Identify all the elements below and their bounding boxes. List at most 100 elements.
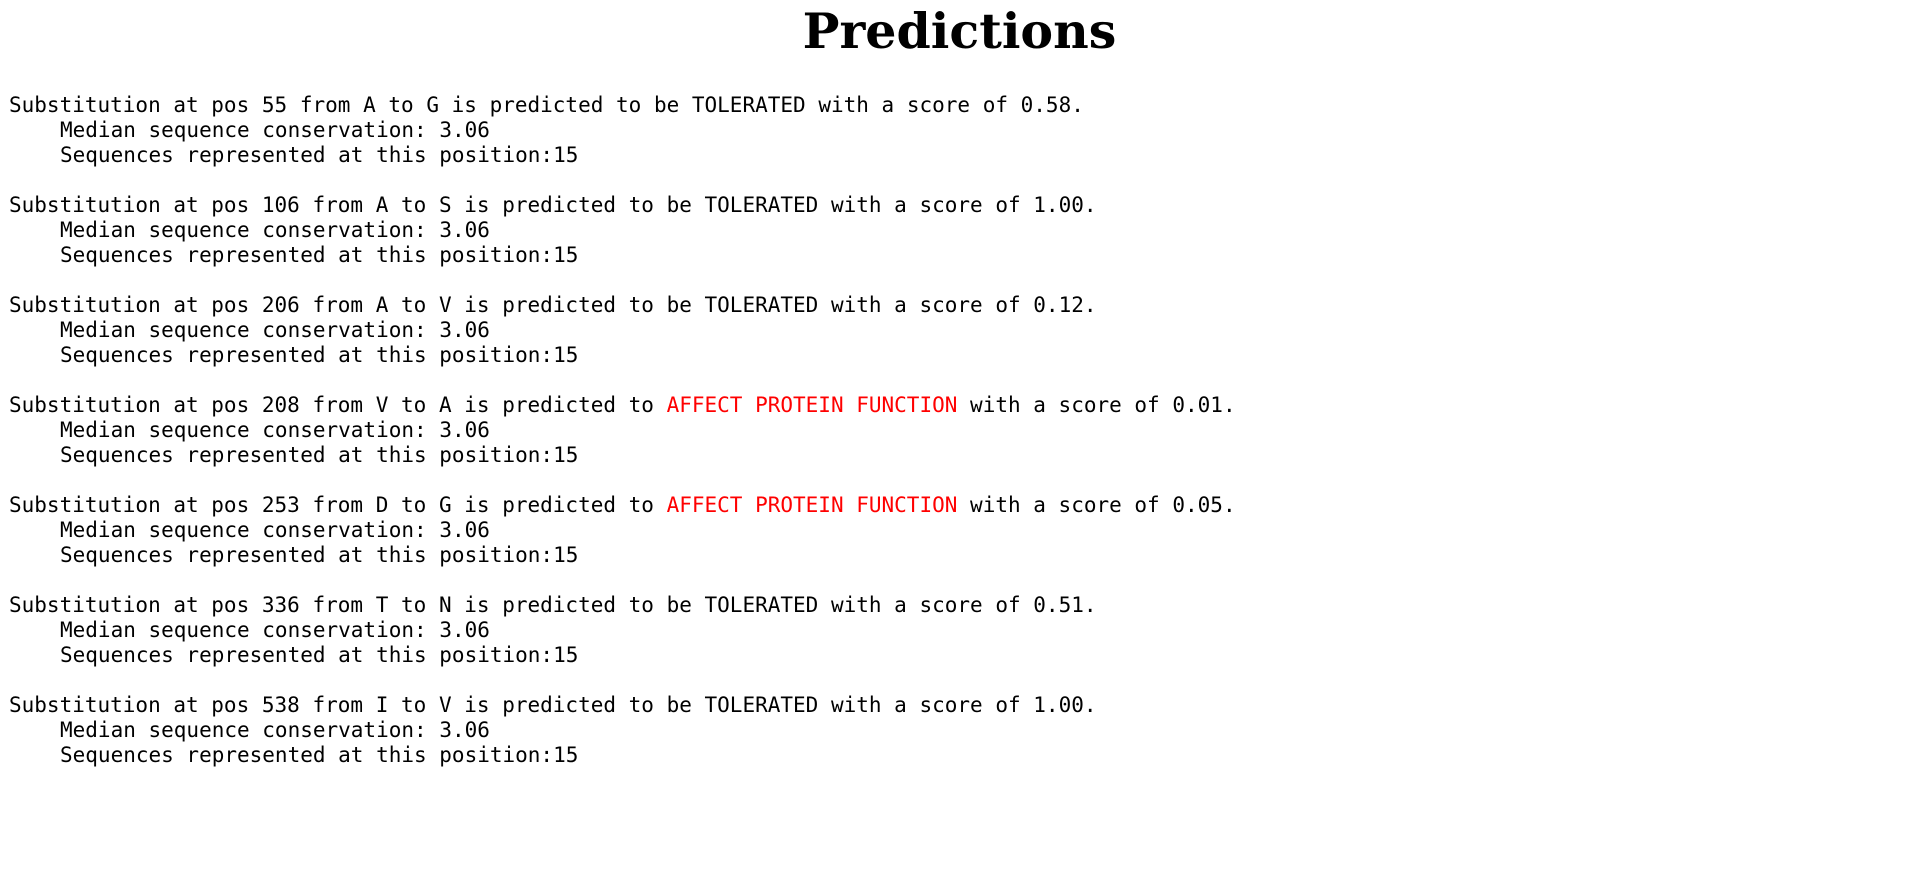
score-label: with a score of [830, 593, 1021, 617]
median-conservation-line: Median sequence conservation: 3.06 [9, 618, 1236, 643]
median-label: Median sequence conservation: [60, 118, 427, 142]
sequences-value: 15 [553, 543, 579, 567]
predicted-label: is predicted to [464, 693, 654, 717]
to-residue: V [438, 693, 452, 717]
to-residue: V [438, 293, 452, 317]
substitution-line: Substitution at pos 538 from I to V is p… [9, 693, 1097, 717]
prediction-item: Substitution at pos 206 from A to V is p… [9, 293, 1236, 368]
score-label: with a score of [818, 93, 1008, 117]
position-value: 538 [261, 693, 300, 717]
sequences-value: 15 [553, 243, 579, 267]
substitution-line: Substitution at pos 55 from A to G is pr… [9, 93, 1084, 117]
from-label: from [312, 593, 364, 617]
from-label: from [312, 193, 364, 217]
substitution-line: Substitution at pos 106 from A to S is p… [9, 193, 1097, 217]
sequences-value: 15 [553, 643, 579, 667]
from-label: from [312, 693, 364, 717]
median-value: 3.06 [439, 718, 490, 742]
prediction-item: Substitution at pos 538 from I to V is p… [9, 693, 1236, 768]
sequences-represented-line: Sequences represented at this position:1… [9, 143, 1236, 168]
position-value: 55 [261, 93, 288, 117]
sequences-represented-line: Sequences represented at this position:1… [9, 643, 1236, 668]
prediction-item: Substitution at pos 336 from T to N is p… [9, 593, 1236, 668]
score-label: with a score of [970, 493, 1160, 517]
substitution-prefix: Substitution at pos [9, 693, 250, 717]
position-value: 106 [261, 193, 300, 217]
median-label: Median sequence conservation: [60, 418, 427, 442]
to-residue: G [438, 493, 452, 517]
to-residue: A [438, 393, 452, 417]
median-conservation-line: Median sequence conservation: 3.06 [9, 718, 1236, 743]
sequences-represented-line: Sequences represented at this position:1… [9, 443, 1236, 468]
median-label: Median sequence conservation: [60, 718, 427, 742]
page-title: Predictions [802, 2, 1117, 60]
prediction-verdict: AFFECT PROTEIN FUNCTION [666, 493, 958, 517]
predicted-label: is predicted to [464, 193, 654, 217]
from-label: from [312, 493, 364, 517]
substitution-line: Substitution at pos 253 from D to G is p… [9, 493, 1236, 517]
substitution-prefix: Substitution at pos [9, 593, 250, 617]
prediction-verdict: be TOLERATED [666, 293, 819, 317]
sequences-label: Sequences represented at this position: [60, 443, 554, 467]
median-label: Median sequence conservation: [60, 618, 427, 642]
substitution-line: Substitution at pos 206 from A to V is p… [9, 293, 1097, 317]
from-residue: V [375, 393, 389, 417]
median-value: 3.06 [439, 618, 490, 642]
sequences-value: 15 [553, 143, 579, 167]
to-label: to [388, 93, 414, 117]
to-residue: N [438, 593, 452, 617]
sequences-represented-line: Sequences represented at this position:1… [9, 243, 1236, 268]
predicted-label: is predicted to [451, 93, 642, 117]
sequences-label: Sequences represented at this position: [60, 543, 554, 567]
substitution-prefix: Substitution at pos [9, 93, 250, 117]
predicted-label: is predicted to [464, 293, 654, 317]
from-residue: I [375, 693, 389, 717]
from-residue: A [375, 193, 389, 217]
substitution-prefix: Substitution at pos [9, 393, 250, 417]
position-value: 208 [261, 393, 300, 417]
substitution-line: Substitution at pos 336 from T to N is p… [9, 593, 1097, 617]
substitution-line: Substitution at pos 208 from V to A is p… [9, 393, 1236, 417]
score-value: 0.12 [1033, 293, 1084, 317]
sequences-label: Sequences represented at this position: [60, 343, 554, 367]
score-label: with a score of [830, 693, 1021, 717]
to-label: to [401, 293, 427, 317]
sequences-represented-line: Sequences represented at this position:1… [9, 543, 1236, 568]
predicted-label: is predicted to [464, 493, 654, 517]
to-label: to [401, 193, 427, 217]
substitution-prefix: Substitution at pos [9, 293, 250, 317]
median-value: 3.06 [439, 218, 490, 242]
median-label: Median sequence conservation: [60, 218, 427, 242]
position-value: 206 [261, 293, 300, 317]
prediction-verdict: be TOLERATED [653, 93, 806, 117]
median-value: 3.06 [439, 518, 490, 542]
sequences-label: Sequences represented at this position: [60, 143, 554, 167]
substitution-prefix: Substitution at pos [9, 193, 250, 217]
sequences-label: Sequences represented at this position: [60, 743, 554, 767]
sequences-value: 15 [553, 343, 579, 367]
median-conservation-line: Median sequence conservation: 3.06 [9, 518, 1236, 543]
score-value: 0.05 [1172, 493, 1223, 517]
median-conservation-line: Median sequence conservation: 3.06 [9, 118, 1236, 143]
from-residue: A [375, 293, 389, 317]
score-label: with a score of [830, 193, 1021, 217]
prediction-verdict: be TOLERATED [666, 193, 819, 217]
from-residue: A [363, 93, 376, 117]
median-value: 3.06 [439, 418, 490, 442]
sequences-represented-line: Sequences represented at this position:1… [9, 743, 1236, 768]
prediction-item: Substitution at pos 106 from A to S is p… [9, 193, 1236, 268]
from-residue: D [375, 493, 389, 517]
to-label: to [401, 693, 427, 717]
sequences-value: 15 [553, 743, 579, 767]
from-label: from [299, 93, 351, 117]
median-conservation-line: Median sequence conservation: 3.06 [9, 318, 1236, 343]
to-residue: S [438, 193, 452, 217]
score-label: with a score of [830, 293, 1021, 317]
position-value: 336 [261, 593, 300, 617]
sequences-label: Sequences represented at this position: [60, 643, 554, 667]
prediction-verdict: be TOLERATED [666, 693, 819, 717]
to-label: to [401, 593, 427, 617]
median-conservation-line: Median sequence conservation: 3.06 [9, 418, 1236, 443]
score-label: with a score of [970, 393, 1160, 417]
to-residue: G [426, 93, 439, 117]
